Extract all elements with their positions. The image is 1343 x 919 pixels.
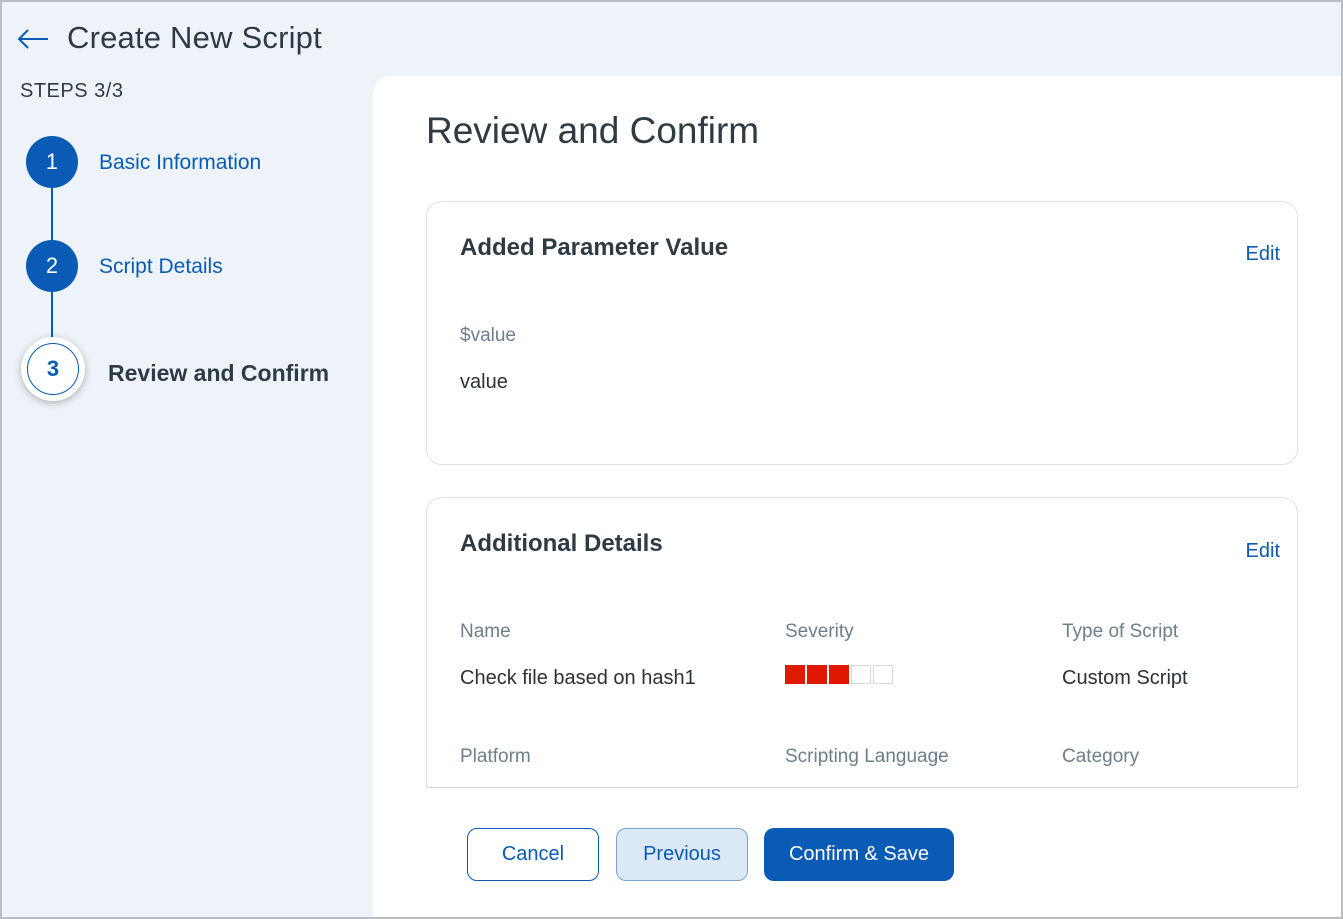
parameter-card-title: Added Parameter Value — [460, 234, 729, 261]
details-scroll-area: Additional Details Edit Name Check file … — [426, 497, 1298, 788]
script-type-value: Custom Script — [1062, 667, 1188, 689]
severity-block-empty — [851, 665, 871, 684]
parameter-value: value — [460, 371, 508, 393]
parameter-card: Added Parameter Value Edit $value value — [426, 201, 1298, 465]
steps-counter: STEPS 3/3 — [20, 80, 124, 102]
severity-label: Severity — [785, 621, 854, 642]
review-panel: Review and Confirm Added Parameter Value… — [373, 76, 1341, 917]
step-number: 1 — [45, 149, 59, 174]
window-frame: Create New Script STEPS 3/3 1 Basic Info… — [0, 0, 1343, 919]
platform-label: Platform — [460, 746, 531, 767]
script-type-label: Type of Script — [1062, 621, 1179, 642]
step-3-indicator: 3 — [21, 337, 85, 401]
footer-divider — [426, 787, 1298, 788]
previous-button[interactable]: Previous — [616, 828, 748, 881]
details-card: Additional Details Edit Name Check file … — [426, 497, 1298, 788]
edit-details-link[interactable]: Edit — [1246, 540, 1280, 563]
back-arrow-icon[interactable] — [16, 24, 50, 54]
severity-meter — [785, 665, 893, 684]
step-connector — [51, 186, 53, 240]
step-1-label[interactable]: Basic Information — [99, 151, 261, 175]
severity-block-filled — [807, 665, 827, 684]
step-2-label[interactable]: Script Details — [99, 255, 223, 279]
scripting-language-label: Scripting Language — [785, 746, 949, 767]
severity-block-empty — [873, 665, 893, 684]
edit-parameters-link[interactable]: Edit — [1246, 243, 1280, 266]
step-3-label: Review and Confirm — [108, 360, 330, 386]
name-value: Check file based on hash1 — [460, 667, 696, 689]
severity-block-filled — [829, 665, 849, 684]
step-connector — [51, 291, 53, 341]
parameter-name: $value — [460, 325, 516, 346]
step-1-indicator[interactable]: 1 — [26, 136, 78, 188]
section-title: Review and Confirm — [426, 110, 760, 151]
severity-block-filled — [785, 665, 805, 684]
step-2-indicator[interactable]: 2 — [26, 240, 78, 292]
page-title: Create New Script — [67, 20, 322, 55]
name-label: Name — [460, 621, 511, 642]
step-number: 2 — [45, 253, 59, 278]
category-label: Category — [1062, 746, 1140, 767]
confirm-save-button[interactable]: Confirm & Save — [764, 828, 954, 881]
step-number: 3 — [46, 356, 60, 381]
cancel-button[interactable]: Cancel — [467, 828, 599, 881]
details-card-title: Additional Details — [460, 530, 663, 557]
